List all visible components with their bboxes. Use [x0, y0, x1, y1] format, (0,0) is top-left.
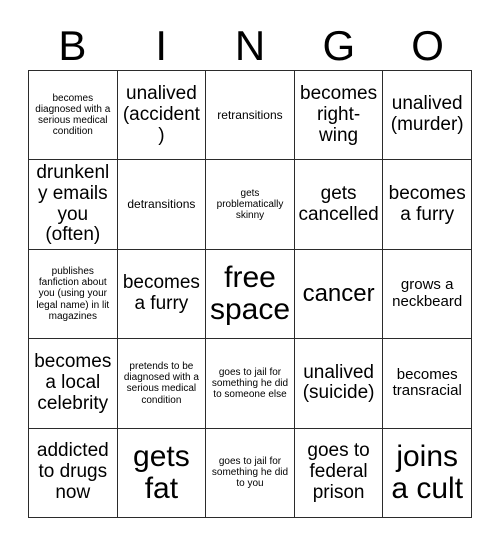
- bingo-cell-label: becomes right-wing: [300, 82, 378, 146]
- bingo-cell[interactable]: becomes right-wing: [294, 71, 384, 161]
- bingo-cell-label: becomes transracial: [392, 365, 462, 400]
- bingo-cell[interactable]: pretends to be diagnosed with a serious …: [117, 339, 207, 429]
- bingo-cell[interactable]: free space: [206, 249, 295, 340]
- bingo-cell[interactable]: publishes fanfiction about you (using yo…: [29, 249, 118, 340]
- bingo-cell-label: grows a neckbeard: [392, 276, 463, 310]
- bingo-cell[interactable]: retransitions: [206, 71, 295, 161]
- bingo-cell-label: unalived (accident): [122, 82, 200, 146]
- bingo-cell[interactable]: cancer: [294, 249, 384, 340]
- bingo-cell-label: cancer: [302, 280, 375, 308]
- bingo-cell-label: becomes a furry: [122, 272, 200, 314]
- bingo-cell[interactable]: unalived (accident): [117, 71, 207, 161]
- bingo-cell-label: becomes diagnosed with a serious medical…: [35, 92, 111, 138]
- bingo-cell-label: becomes a furry: [388, 182, 466, 225]
- bingo-cell-label: addicted to drugs now: [36, 440, 109, 504]
- bingo-cell[interactable]: becomes a local celebrity: [29, 339, 118, 429]
- bingo-cell-label: unalived (suicide): [302, 361, 375, 404]
- header-letter-o: O: [411, 22, 444, 69]
- bingo-cell[interactable]: unalived (suicide): [294, 339, 384, 429]
- bingo-cell[interactable]: gets cancelled: [294, 160, 384, 250]
- bingo-cell[interactable]: unalived (murder): [383, 71, 472, 161]
- header-letter-n: N: [234, 22, 266, 69]
- bingo-cell[interactable]: grows a neckbeard: [383, 249, 472, 340]
- bingo-cell-label: goes to federal prison: [307, 440, 370, 504]
- bingo-cell-label: detransitions: [127, 197, 196, 211]
- bingo-cell[interactable]: goes to federal prison: [294, 428, 384, 518]
- bingo-cell[interactable]: joins a cult: [383, 428, 472, 518]
- bingo-cell-label: goes to jail for something he did to you: [211, 456, 289, 490]
- bingo-cell-label: publishes fanfiction about you (using yo…: [36, 266, 110, 322]
- bingo-cell[interactable]: becomes diagnosed with a serious medical…: [29, 71, 118, 161]
- header-letter-g: G: [322, 22, 356, 69]
- bingo-card: B I N G O becomes diagnosed with a serio…: [0, 0, 500, 544]
- bingo-cell[interactable]: goes to jail for something he did to som…: [206, 339, 295, 429]
- bingo-cell[interactable]: detransitions: [117, 160, 207, 250]
- bingo-cell[interactable]: gets problematically skinny: [206, 160, 295, 250]
- bingo-cell[interactable]: addicted to drugs now: [29, 428, 118, 518]
- bingo-cell[interactable]: drunkenly emails you (often): [29, 160, 118, 250]
- bingo-cell-label: joins a cult: [391, 440, 464, 505]
- bingo-cell[interactable]: becomes a furry: [383, 160, 472, 250]
- bingo-header: B I N G O: [28, 22, 472, 70]
- bingo-grid: becomes diagnosed with a serious medical…: [28, 70, 472, 518]
- bingo-cell[interactable]: becomes a furry: [117, 249, 207, 340]
- bingo-cell-label: unalived (murder): [390, 93, 464, 136]
- bingo-cell-label: drunkenly emails you (often): [36, 161, 110, 246]
- bingo-cell[interactable]: goes to jail for something he did to you: [206, 428, 295, 518]
- bingo-cell-label: goes to jail for something he did to som…: [211, 366, 289, 400]
- bingo-cell-label: pretends to be diagnosed with a serious …: [123, 361, 199, 406]
- header-letter-b: B: [58, 22, 87, 69]
- bingo-cell[interactable]: becomes transracial: [383, 339, 472, 429]
- bingo-cell-label: retransitions: [217, 107, 283, 122]
- bingo-cell-label: gets problematically skinny: [216, 187, 284, 222]
- bingo-cell-label: free space: [209, 261, 291, 326]
- bingo-cell-label: gets cancelled: [298, 182, 379, 225]
- bingo-cell-label: becomes a local celebrity: [34, 351, 112, 414]
- header-letter-i: I: [155, 22, 168, 69]
- bingo-cell-label: gets fat: [133, 440, 190, 505]
- bingo-cell[interactable]: gets fat: [117, 428, 207, 518]
